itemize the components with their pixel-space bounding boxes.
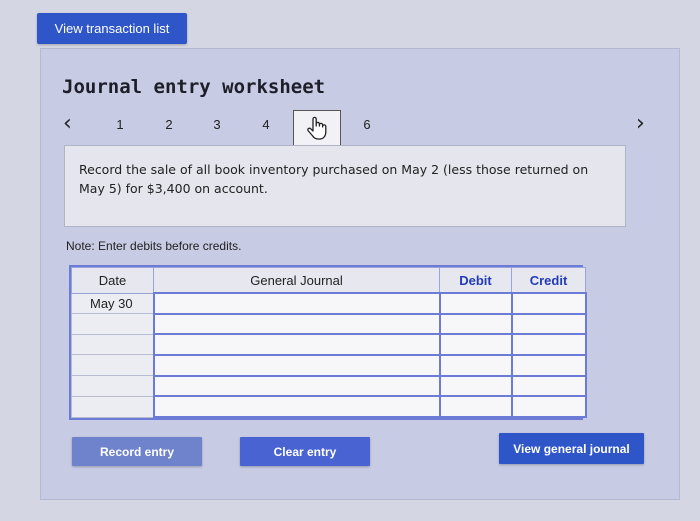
step-5-current[interactable]	[293, 110, 341, 146]
account-input[interactable]	[152, 374, 441, 398]
account-input[interactable]	[152, 395, 441, 418]
credit-input[interactable]	[510, 292, 587, 315]
date-cell[interactable]: May 30	[71, 292, 154, 315]
table-row	[71, 374, 587, 398]
debit-credit-note: Note: Enter debits before credits.	[66, 239, 242, 253]
step-6[interactable]: 6	[359, 117, 375, 132]
view-transaction-list-button[interactable]: View transaction list	[37, 13, 187, 44]
date-cell[interactable]	[71, 395, 154, 418]
account-input[interactable]	[152, 312, 441, 336]
credit-input[interactable]	[510, 353, 587, 377]
instruction-box: Record the sale of all book inventory pu…	[64, 145, 626, 227]
pointer-hand-icon	[307, 116, 327, 140]
table-row	[71, 333, 587, 356]
debit-input[interactable]	[438, 353, 513, 377]
date-column-header: Date	[71, 267, 154, 294]
credit-column-header: Credit	[511, 267, 586, 294]
credit-input[interactable]	[510, 312, 587, 336]
debit-input[interactable]	[438, 292, 513, 315]
previous-arrow-icon[interactable]: ‹	[63, 113, 72, 135]
step-3[interactable]: 3	[209, 117, 225, 132]
debit-input[interactable]	[438, 312, 513, 336]
debit-input[interactable]	[438, 333, 513, 356]
debit-input[interactable]	[438, 395, 513, 418]
credit-input[interactable]	[510, 395, 587, 418]
clear-entry-button[interactable]: Clear entry	[240, 437, 370, 466]
next-arrow-icon[interactable]: ›	[636, 113, 645, 135]
account-input[interactable]	[152, 353, 441, 377]
journal-entry-worksheet-panel: Journal entry worksheet ‹ 1 2 3 4 6 › Re…	[40, 48, 680, 500]
date-cell[interactable]	[71, 375, 154, 397]
table-row	[71, 353, 587, 377]
general-journal-column-header: General Journal	[153, 267, 440, 294]
date-cell[interactable]	[71, 354, 154, 377]
credit-input[interactable]	[510, 374, 587, 398]
date-cell[interactable]	[71, 313, 154, 335]
step-1[interactable]: 1	[112, 117, 128, 132]
credit-input[interactable]	[510, 333, 587, 356]
step-4[interactable]: 4	[258, 117, 274, 132]
step-2[interactable]: 2	[161, 117, 177, 132]
account-input[interactable]	[152, 333, 441, 356]
debit-input[interactable]	[438, 374, 513, 398]
date-cell[interactable]	[71, 333, 154, 356]
table-row: May 30	[71, 292, 587, 315]
account-input[interactable]	[152, 292, 441, 315]
worksheet-title: Journal entry worksheet	[62, 76, 326, 98]
journal-entry-table: Date General Journal Debit Credit May 30	[69, 265, 587, 420]
debit-column-header: Debit	[439, 267, 512, 294]
view-general-journal-button[interactable]: View general journal	[499, 433, 644, 464]
table-row	[71, 312, 587, 336]
record-entry-button[interactable]: Record entry	[72, 437, 202, 466]
table-row	[71, 395, 587, 418]
